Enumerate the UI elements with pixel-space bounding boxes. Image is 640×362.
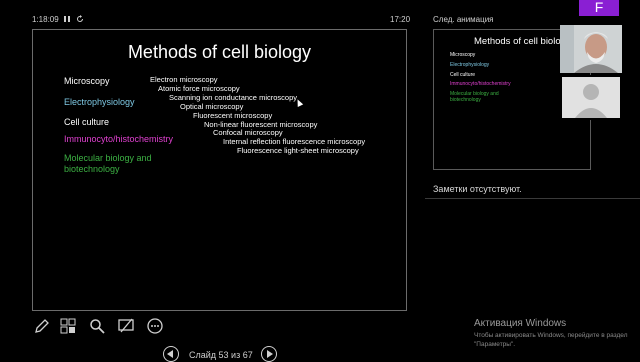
black-screen-icon[interactable]: [118, 318, 134, 334]
more-options-icon[interactable]: [147, 318, 163, 334]
avatar-placeholder: [560, 75, 622, 120]
category-molecular-biology: Molecular biology and: [64, 153, 152, 163]
zoom-icon[interactable]: [89, 318, 105, 334]
technique-item: Confocal microscopy: [213, 128, 283, 137]
category-biotechnology: biotechnology: [64, 164, 120, 174]
technique-item: Electron microscopy: [150, 75, 218, 84]
technique-item: Fluorescence light-sheet microscopy: [237, 146, 359, 155]
thumb-category: biotechnology: [450, 97, 481, 103]
clock: 17:20: [390, 15, 411, 24]
mouse-cursor-icon: [294, 98, 304, 107]
thumb-title: Methods of cell biolog: [474, 36, 566, 47]
category-immunocyto: Immunocyto/histochemistry: [64, 134, 174, 144]
windows-activation-title: Активация Windows: [474, 318, 567, 329]
technique-item: Atomic force microscopy: [158, 84, 240, 93]
elapsed-timer: 1:18:09: [32, 15, 59, 24]
next-animation-label: След. анимация: [433, 15, 494, 24]
category-electrophysiology: Electrophysiology: [64, 97, 135, 107]
notes-text: Заметки отсутствуют.: [433, 184, 522, 194]
slide-counter: Слайд 53 из 67: [189, 350, 253, 360]
current-slide[interactable]: Methods of cell biology Microscopy Elect…: [32, 29, 407, 311]
thumb-category: Immunocyto/histochemistry: [450, 81, 511, 87]
windows-activation-text: Чтобы активировать Windows, перейдите в …: [474, 332, 628, 348]
thumb-category: Cell culture: [450, 72, 476, 78]
divider: [425, 198, 640, 199]
presenter-top-bar: 1:18:09 17:20 След. анимация: [0, 0, 640, 30]
thumb-category: Electrophysiology: [450, 62, 490, 68]
category-cell-culture: Cell culture: [64, 117, 110, 127]
user-badge: F: [579, 0, 619, 16]
pen-icon[interactable]: [34, 318, 50, 334]
pause-icon[interactable]: [63, 15, 71, 25]
slide-title: Methods of cell biology: [127, 42, 312, 62]
technique-item: Internal reflection fluorescence microsc…: [223, 137, 366, 146]
see-all-slides-icon[interactable]: [60, 318, 76, 334]
restart-timer-icon[interactable]: [76, 15, 84, 25]
webcam-video: [560, 25, 622, 73]
technique-item: Optical microscopy: [180, 102, 244, 111]
category-microscopy: Microscopy: [64, 76, 110, 86]
technique-item: Scanning ion conductance microscopy: [169, 93, 297, 102]
technique-item: Fluorescent microscopy: [193, 111, 273, 120]
thumb-category: Microscopy: [450, 52, 476, 58]
